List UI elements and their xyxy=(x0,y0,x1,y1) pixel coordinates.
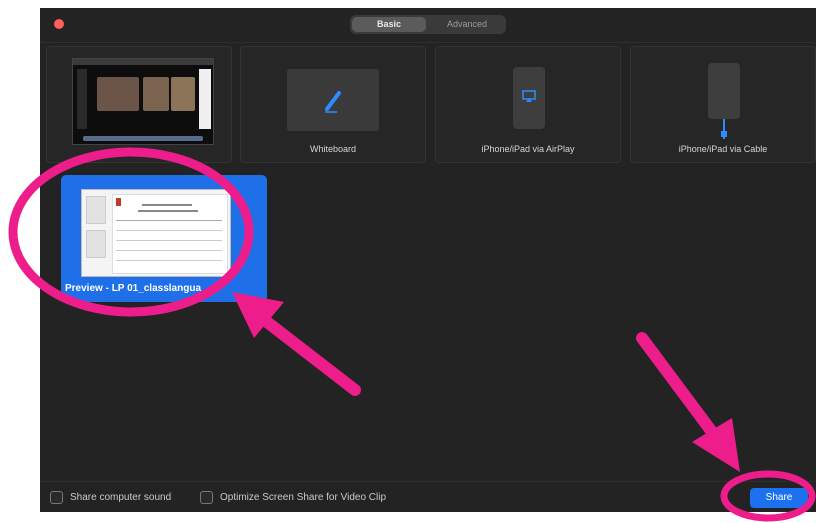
whiteboard-preview xyxy=(287,69,379,131)
source-tile-airplay[interactable]: iPhone/iPad via AirPlay xyxy=(435,46,621,163)
phone-icon xyxy=(513,67,545,129)
source-label: iPhone/iPad via AirPlay xyxy=(481,144,575,154)
checkbox-label: Optimize Screen Share for Video Clip xyxy=(220,492,387,503)
source-tile-desktop[interactable] xyxy=(46,46,232,163)
optimize-video-checkbox[interactable]: Optimize Screen Share for Video Clip xyxy=(200,491,386,504)
share-button[interactable]: Share xyxy=(750,488,808,508)
mode-tabs: Basic Advanced xyxy=(350,15,506,34)
document-thumbnail xyxy=(81,189,231,277)
source-tile-preview-window[interactable]: Preview - LP 01_classlangua xyxy=(61,175,267,302)
share-sound-checkbox[interactable]: Share computer sound xyxy=(50,491,171,504)
tab-basic[interactable]: Basic xyxy=(352,17,426,32)
window-title-label: Preview - LP 01_classlangua xyxy=(65,283,202,294)
footer-bar: Share computer sound Optimize Screen Sha… xyxy=(40,481,816,512)
checkbox-box[interactable] xyxy=(50,491,63,504)
desktop-thumbnail xyxy=(72,58,214,145)
source-label: Whiteboard xyxy=(309,144,357,154)
pen-icon xyxy=(325,91,341,113)
divider xyxy=(40,42,816,43)
checkbox-box[interactable] xyxy=(200,491,213,504)
source-tile-cable[interactable]: iPhone/iPad via Cable xyxy=(630,46,816,163)
close-window-button[interactable] xyxy=(54,19,64,29)
tab-advanced[interactable]: Advanced xyxy=(430,15,504,34)
source-label: iPhone/iPad via Cable xyxy=(678,144,768,154)
source-tile-whiteboard[interactable]: Whiteboard xyxy=(240,46,426,163)
share-screen-window: Basic Advanced Whiteboard iPhone/iPad vi… xyxy=(40,8,816,512)
airplay-icon xyxy=(522,90,536,102)
checkbox-label: Share computer sound xyxy=(70,492,172,503)
